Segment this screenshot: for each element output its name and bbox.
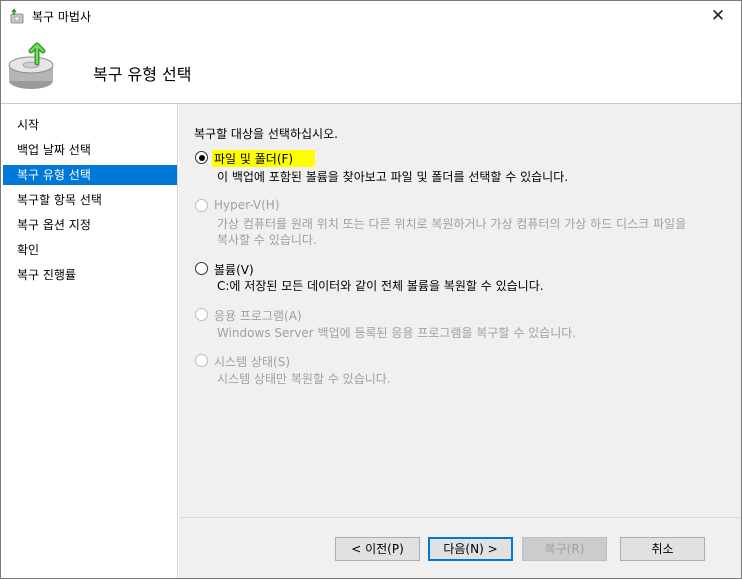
backup-restore-icon (8, 42, 54, 89)
sidebar-item-confirmation[interactable]: 확인 (3, 240, 177, 260)
applications-label[interactable]: 응용 프로그램(A) (214, 307, 302, 324)
files-folders-description: 이 백업에 포함된 볼륨을 찾아보고 파일 및 폴더를 선택할 수 있습니다. (217, 170, 569, 184)
cancel-button[interactable]: 취소 (620, 537, 705, 561)
recover-button[interactable]: 복구(R) (522, 537, 607, 561)
backup-app-icon (10, 8, 24, 24)
close-icon: ✕ (710, 6, 726, 26)
button-area-divider (179, 517, 741, 518)
recovery-wizard-window: 복구 마법사 ✕ 복구 유형 선택 시작 백업 날짜 선택 복구 유형 선택 복… (0, 0, 742, 579)
sidebar-item-recovery-type[interactable]: 복구 유형 선택 (3, 165, 177, 185)
system-state-radio[interactable] (195, 354, 208, 367)
next-button[interactable]: 다음(N) > (428, 537, 513, 561)
selection-prompt: 복구할 대상을 선택하십시오. (194, 127, 338, 141)
volume-description: C:에 저장된 모든 데이터와 같이 전체 볼륨을 복원할 수 있습니다. (217, 279, 544, 293)
hyper-v-label[interactable]: Hyper-V(H) (214, 198, 280, 212)
system-state-description: 시스템 상태만 복원할 수 있습니다. (217, 372, 391, 386)
wizard-header: 복구 유형 선택 (1, 31, 741, 103)
sidebar-item-backup-date[interactable]: 백업 날짜 선택 (3, 140, 177, 160)
volume-radio[interactable] (195, 262, 208, 275)
files-folders-label[interactable]: 파일 및 폴더(F) (212, 150, 316, 167)
title-bar: 복구 마법사 ✕ (1, 1, 741, 31)
sidebar-item-progress[interactable]: 복구 진행률 (3, 265, 177, 285)
sidebar-item-select-items[interactable]: 복구할 항목 선택 (3, 190, 177, 210)
sidebar-item-recovery-options[interactable]: 복구 옵션 지정 (3, 215, 177, 235)
applications-radio[interactable] (195, 308, 208, 321)
files-folders-radio[interactable] (195, 151, 208, 164)
hyper-v-radio[interactable] (195, 199, 208, 212)
hyper-v-description-line2: 복사할 수 있습니다. (217, 233, 317, 247)
volume-label[interactable]: 볼륨(V) (214, 261, 254, 278)
sidebar-item-start[interactable]: 시작 (3, 115, 177, 135)
page-title: 복구 유형 선택 (93, 65, 192, 84)
window-title: 복구 마법사 (32, 10, 92, 24)
system-state-label[interactable]: 시스템 상태(S) (214, 353, 290, 370)
hyper-v-description-line1: 가상 컴퓨터를 원래 위치 또는 다른 위치로 복원하거나 가상 컴퓨터의 가상… (217, 217, 687, 231)
close-button[interactable]: ✕ (695, 1, 741, 31)
wizard-content: 복구할 대상을 선택하십시오. 파일 및 폴더(F) 이 백업에 포함된 볼륨을… (179, 104, 741, 578)
previous-button[interactable]: < 이전(P) (335, 537, 420, 561)
wizard-steps-sidebar: 시작 백업 날짜 선택 복구 유형 선택 복구할 항목 선택 복구 옵션 지정 … (1, 104, 178, 578)
applications-description: Windows Server 백업에 등록된 응용 프로그램을 복구할 수 있습… (217, 326, 577, 340)
